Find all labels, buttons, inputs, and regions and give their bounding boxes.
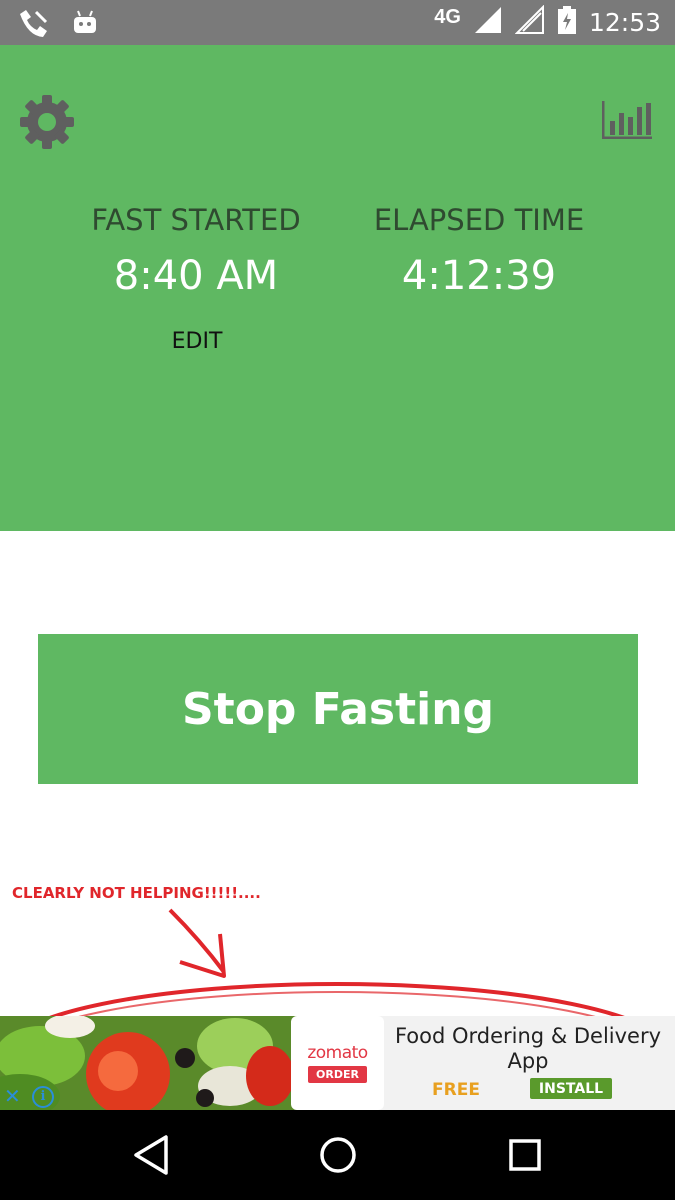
recents-button[interactable] (500, 1132, 550, 1178)
fast-started-block: FAST STARTED 8:40 AM (56, 203, 336, 299)
ad-price: FREE (432, 1080, 480, 1100)
info-icon[interactable]: i (32, 1086, 54, 1108)
back-button[interactable] (126, 1132, 176, 1178)
android-icon (72, 9, 98, 42)
network-type: 4G (434, 6, 461, 28)
signal-icon (473, 5, 503, 40)
ad-brand-tag: ORDER (308, 1066, 367, 1083)
signal-empty-icon (514, 4, 545, 40)
elapsed-time-label: ELAPSED TIME (373, 203, 585, 237)
fast-info-panel: FAST STARTED 8:40 AM EDIT ELAPSED TIME 4… (0, 45, 675, 531)
elapsed-time-value: 4:12:39 (401, 253, 557, 299)
status-bar-system: 4G 12:53 (434, 0, 661, 45)
battery-charging-icon (557, 5, 577, 40)
back-triangle-icon (134, 1135, 168, 1175)
recents-square-icon (509, 1139, 541, 1171)
home-button[interactable] (313, 1132, 363, 1178)
home-circle-icon (320, 1137, 356, 1173)
settings-button[interactable] (16, 91, 78, 153)
close-icon[interactable]: ✕ (4, 1084, 21, 1109)
navigation-bar (0, 1110, 675, 1200)
annotation-text: CLEARLY NOT HELPING!!!!!.... (12, 884, 261, 902)
fast-started-label: FAST STARTED (91, 203, 301, 237)
status-clock: 12:53 (588, 8, 661, 37)
fast-started-time: 8:40 AM (113, 253, 279, 299)
ad-title: Food Ordering & Delivery App (394, 1024, 662, 1073)
edit-start-time-button[interactable]: EDIT (147, 329, 247, 354)
ad-brand: zomato (307, 1043, 368, 1063)
bar-chart-icon (602, 101, 652, 139)
status-bar-notifications (16, 8, 98, 43)
stats-button[interactable] (600, 101, 654, 141)
zomato-logo: zomato ORDER (291, 1016, 384, 1110)
ad-banner[interactable]: zomato ORDER Food Ordering & Delivery Ap… (0, 1016, 675, 1110)
call-app-icon (16, 8, 50, 43)
elapsed-time-block: ELAPSED TIME 4:12:39 (340, 203, 618, 299)
gear-icon (20, 95, 74, 149)
status-bar: 4G 12:53 (0, 0, 675, 45)
stop-fasting-button[interactable]: Stop Fasting (38, 634, 638, 784)
annotation-arrow (168, 908, 226, 974)
ad-install-button[interactable]: INSTALL (530, 1078, 612, 1099)
